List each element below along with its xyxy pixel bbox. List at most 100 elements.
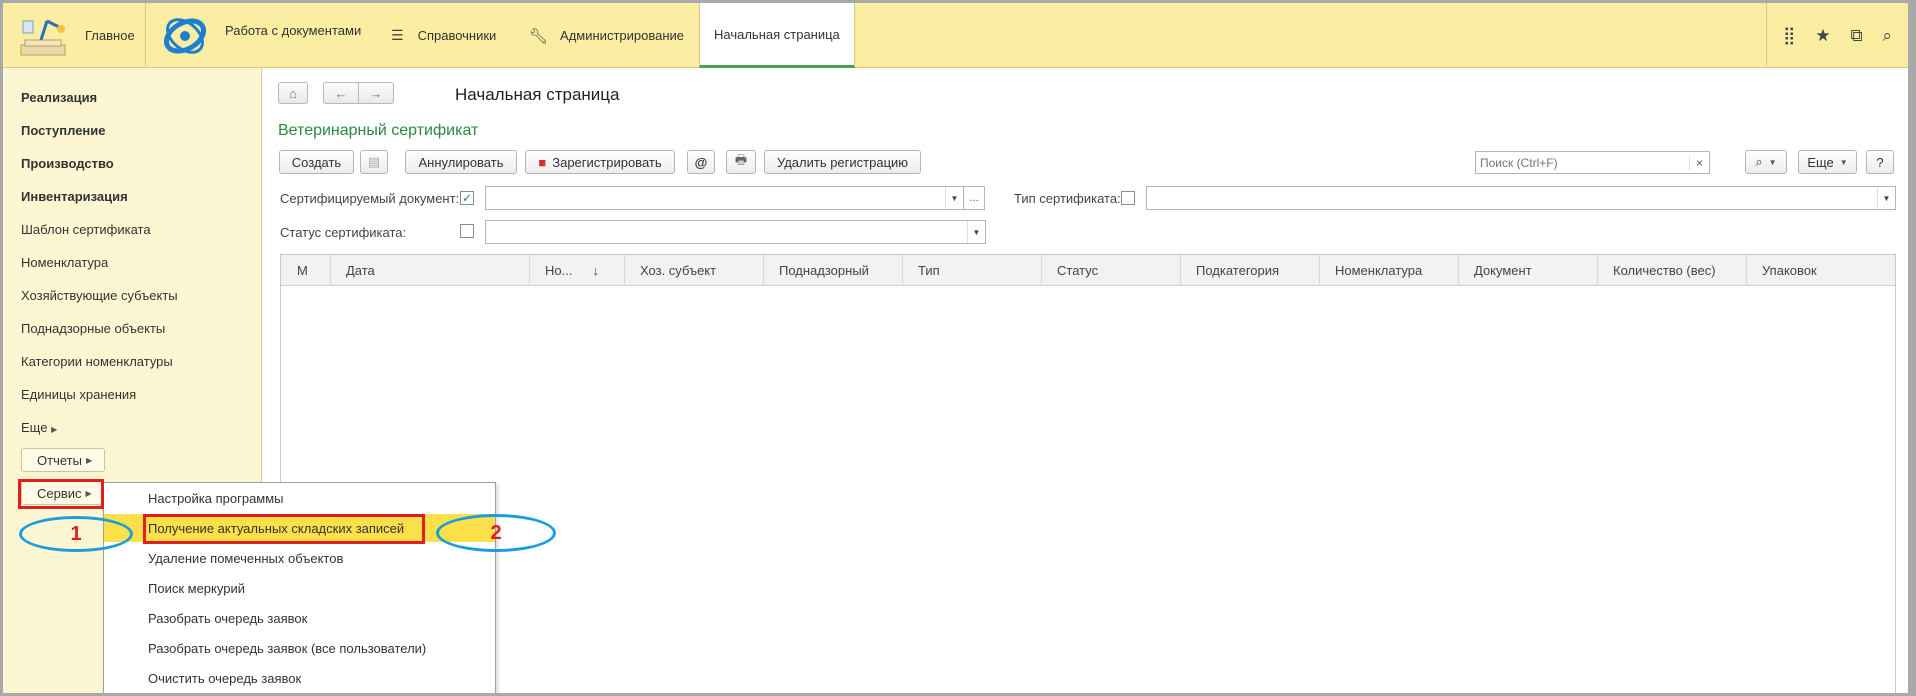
reports-button[interactable]: Отчеты ▶ [21,448,106,472]
back-button[interactable]: ← [323,82,359,104]
column-supervised[interactable]: Поднадзорный [764,255,903,286]
register-button[interactable]: ■ Зарегистрировать [525,150,675,174]
home-button[interactable]: ⌂ [278,82,308,104]
menu-item-mercury-search[interactable]: Поиск меркурий [104,574,495,602]
service-button[interactable]: Сервис ▶ [21,481,105,505]
column-number[interactable]: Но... ↓ [530,255,625,286]
clear-icon[interactable]: × [1689,155,1709,170]
cert-status-checkbox[interactable] [460,224,474,238]
more-button-label: Еще [1807,154,1834,170]
email-button[interactable]: @ [687,150,715,174]
star-icon[interactable]: ★ [1815,26,1830,46]
forward-button[interactable]: → [358,82,394,104]
cert-doc-field[interactable]: ▼ [485,186,964,210]
column-status[interactable]: Статус [1042,255,1181,286]
cert-status-label: Статус сертификата: [280,225,407,240]
caret-right-icon: ▶ [85,488,92,498]
section-admin-label: Администрирование [560,28,685,43]
more-button[interactable]: Еще ▼ [1798,150,1857,174]
search-box: × [1475,151,1710,174]
service-menu: Настройка программы Получение актуальных… [103,482,496,693]
section-bar: Главное Работа с документами ☰ Справочни… [3,3,1908,68]
sidebar-item-nomenclature[interactable]: Номенклатура [21,255,108,270]
section-admin[interactable]: 🔧︎ Администрирование [529,3,684,68]
menu-item-get-stock-records[interactable]: Получение актуальных складских записей [104,514,495,542]
app-window: Главное Работа с документами ☰ Справочни… [0,0,1916,696]
sidebar-item-inventory[interactable]: Инвентаризация [21,189,128,204]
section-main[interactable]: Главное [3,3,146,68]
caret-right-icon: ▶ [51,425,58,434]
sidebar-item-more-label: Еще [21,420,48,435]
cert-type-field[interactable]: ▼ [1146,186,1896,210]
tab-start-page-label: Начальная страница [714,26,840,42]
form-title: Ветеринарный сертификат [278,122,479,139]
menu-item-settings[interactable]: Настройка программы [104,484,495,512]
menu-item-process-queue[interactable]: Разобрать очередь заявок [104,604,495,632]
delete-registration-button[interactable]: Удалить регистрацию [764,150,921,174]
sidebar-item-nomenclature-categories[interactable]: Категории номенклатуры [21,354,173,369]
caret-down-icon: ▼ [1839,157,1848,167]
sidebar-item-sales[interactable]: Реализация [21,90,97,105]
wrench-icon: 🔧︎ [529,27,549,45]
section-references[interactable]: ☰ Справочники [391,3,496,68]
printer-icon: 🖶︎ [734,152,748,167]
column-type[interactable]: Тип [903,255,1042,286]
column-document[interactable]: Документ [1459,255,1598,286]
column-nomenclature[interactable]: Номенклатура [1320,255,1459,286]
reports-button-label: Отчеты [37,452,82,468]
cert-doc-select-button[interactable]: ... [963,186,985,210]
certificates-table: М Дата Но... ↓ Хоз. субъект Поднадзорный… [280,254,1896,693]
cert-type-checkbox[interactable] [1121,191,1135,205]
topbar-tools: ⣿ ★ ⧉ ⌕ [1766,3,1908,68]
cert-doc-label: Сертифицируемый документ: [280,191,460,206]
package-icon: ■ [538,154,547,170]
main-content: ⌂ ← → Начальная страница Ветеринарный се… [263,68,1908,693]
tab-start-page[interactable]: Начальная страница [699,3,855,68]
create-button[interactable]: Создать [279,150,354,174]
caret-down-icon[interactable]: ▼ [967,221,985,243]
menu-item-clear-queue[interactable]: Очистить очередь заявок [104,664,495,692]
sidebar-item-receipts[interactable]: Поступление [21,123,106,138]
home-icon: ⌂ [289,85,297,101]
section-documents[interactable]: Работа с документами [161,3,361,68]
sidebar-item-storage-units[interactable]: Единицы хранения [21,387,136,402]
search-input[interactable] [1476,152,1689,173]
register-button-label: Зарегистрировать [552,154,662,170]
column-quantity[interactable]: Количество (вес) [1598,255,1747,286]
column-date[interactable]: Дата [331,255,530,286]
arrow-right-icon: → [369,85,383,101]
caret-down-icon[interactable]: ▼ [1877,187,1895,209]
annotation-ellipse-2: 2 [436,514,556,552]
apps-grid-icon[interactable]: ⣿ [1783,26,1795,46]
caret-down-icon: ▼ [1768,157,1777,167]
sidebar-item-supervised-objects[interactable]: Поднадзорные объекты [21,321,165,336]
menu-item-process-queue-all[interactable]: Разобрать очередь заявок (все пользовате… [104,634,495,662]
section-documents-label: Работа с документами [225,23,362,38]
column-packages[interactable]: Упаковок [1747,255,1895,286]
search-options-button[interactable]: ⌕ ▼ [1745,150,1787,174]
annul-button[interactable]: Аннулировать [405,150,517,174]
table-header: М Дата Но... ↓ Хоз. субъект Поднадзорный… [281,255,1895,286]
sidebar-item-more[interactable]: Еще ▶ [21,420,57,435]
section-references-label: Справочники [417,28,497,43]
sort-down-icon: ↓ [592,263,599,278]
page-title: Начальная страница [455,85,620,104]
cert-status-field[interactable]: ▼ [485,220,986,244]
sidebar-item-business-entities[interactable]: Хозяйствующие субъекты [21,288,178,303]
sidebar-item-production[interactable]: Производство [21,156,114,171]
sidebar-item-cert-template[interactable]: Шаблон сертификата [21,222,151,237]
search-icon[interactable]: ⌕ [1883,26,1893,46]
column-subcategory[interactable]: Подкатегория [1181,255,1320,286]
caret-down-icon[interactable]: ▼ [945,187,963,209]
arrow-left-icon: ← [334,85,348,101]
help-button[interactable]: ? [1866,150,1894,174]
cert-doc-checkbox[interactable]: ✓ [460,191,474,205]
column-m[interactable]: М [281,255,331,286]
list-icon: ☰ [391,27,404,43]
history-icon[interactable]: ⧉ [1850,26,1862,46]
cert-type-label: Тип сертификата: [1014,191,1121,206]
menu-item-delete-marked[interactable]: Удаление помеченных объектов [104,544,495,572]
copy-button[interactable]: ▤ [360,150,388,174]
print-button[interactable]: 🖶︎ [726,150,756,174]
column-business-entity[interactable]: Хоз. субъект [625,255,764,286]
